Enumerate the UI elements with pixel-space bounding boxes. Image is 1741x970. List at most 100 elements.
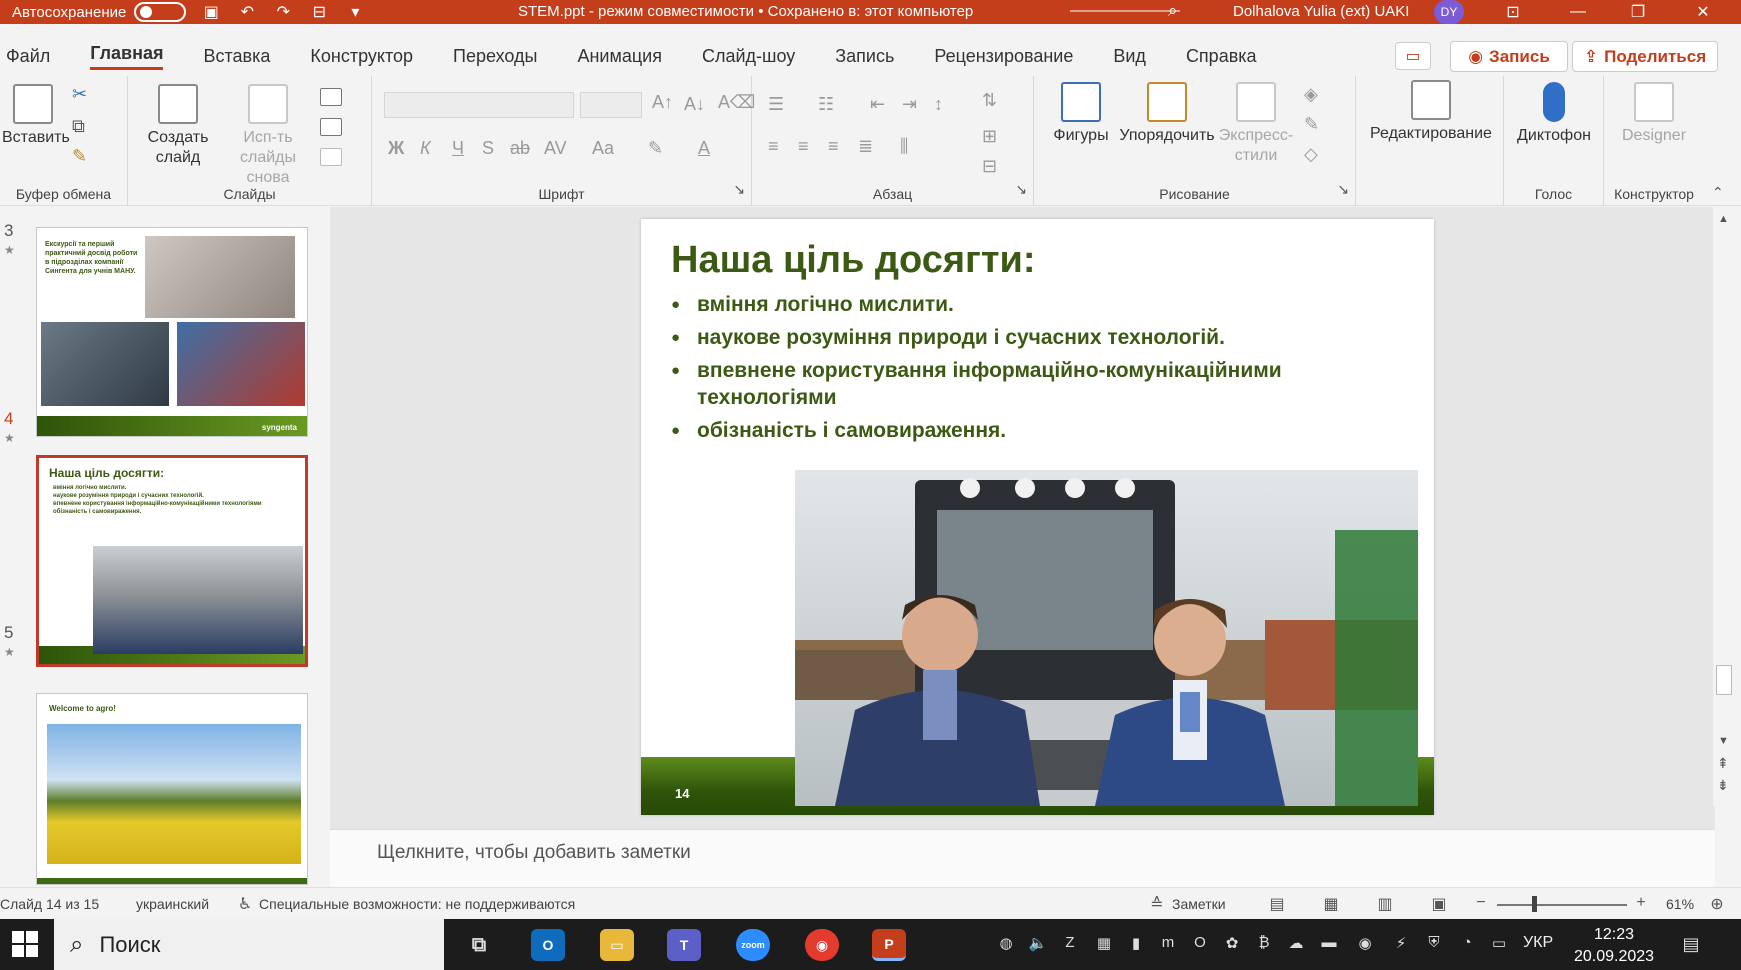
clock[interactable]: 12:23 20.09.2023 <box>1569 924 1659 968</box>
bold-button[interactable]: Ж <box>388 138 404 159</box>
shape-fill-icon[interactable]: ◈ <box>1304 84 1318 105</box>
search-bar[interactable] <box>1070 10 1180 12</box>
user-name[interactable]: Dolhalova Yulia (ext) UAKI <box>1233 3 1409 20</box>
tray-app-icon[interactable]: ₿ <box>1253 934 1275 956</box>
slide-scrollbar[interactable]: ▲ ▼ ⇞ ⇟ <box>1713 207 1735 807</box>
notifications-icon[interactable]: ▤ <box>1680 934 1702 956</box>
editing-button[interactable]: Редактирование <box>1364 80 1498 144</box>
align-center-icon[interactable]: ≡ <box>798 136 809 157</box>
taskbar-search[interactable]: ⌕ Поиск <box>54 919 444 970</box>
tray-m-icon[interactable]: m <box>1157 934 1179 956</box>
tab-record[interactable]: Запись <box>835 46 894 67</box>
tray-z-icon[interactable]: Z <box>1059 934 1081 956</box>
char-spacing-button[interactable]: AV <box>544 138 567 159</box>
record-button[interactable]: ◉ Запись <box>1450 41 1568 72</box>
slide-sorter-icon[interactable]: ▦ <box>1320 894 1342 913</box>
increase-font-icon[interactable]: A↑ <box>652 92 673 113</box>
line-spacing-icon[interactable]: ↕ <box>934 94 943 115</box>
thumbnail-slide-3[interactable]: Екскурсії та перший практичний досвід ро… <box>36 227 308 437</box>
microphone-icon[interactable]: ▮ <box>1125 934 1147 956</box>
reset-icon[interactable] <box>320 118 342 136</box>
share-button[interactable]: ⇪ Поделиться <box>1572 41 1718 72</box>
strikethrough-button[interactable]: ab <box>510 138 530 159</box>
tab-insert[interactable]: Вставка <box>203 46 270 67</box>
presentation-icon[interactable]: ⊟ <box>308 3 330 21</box>
tray-app-icon[interactable]: ⚡ <box>1390 934 1412 956</box>
section-icon[interactable] <box>320 148 342 166</box>
font-dialog-launcher-icon[interactable]: ↘ <box>733 181 745 198</box>
font-name-input[interactable] <box>384 92 574 118</box>
zoom-out-icon[interactable]: − <box>1470 894 1492 912</box>
accessibility-icon[interactable]: ♿ <box>234 894 256 913</box>
tab-file[interactable]: Файл <box>6 46 50 67</box>
start-button[interactable] <box>12 931 38 957</box>
keyboard-layout[interactable]: УКР <box>1523 934 1553 952</box>
zoom-slider[interactable] <box>1497 904 1627 906</box>
cut-icon[interactable]: ✂ <box>72 84 87 105</box>
thumbnail-slide-5[interactable]: Welcome to agro! <box>36 693 308 885</box>
highlight-icon[interactable]: ✎ <box>648 138 663 159</box>
document-title[interactable]: STEM.ppt - режим совместимости • Сохране… <box>518 3 973 20</box>
increase-indent-icon[interactable]: ⇥ <box>902 94 917 115</box>
outlook-icon[interactable]: O <box>531 929 565 961</box>
paste-button[interactable]: Вставить <box>2 84 70 148</box>
text-direction-icon[interactable]: ⇅ <box>982 90 997 111</box>
wifi-icon[interactable]: ◔ <box>1456 934 1478 956</box>
tab-view[interactable]: Вид <box>1113 46 1146 67</box>
normal-view-icon[interactable]: ▤ <box>1266 894 1288 913</box>
change-case-button[interactable]: Aa <box>592 138 614 159</box>
zoom-in-icon[interactable]: + <box>1630 894 1652 912</box>
autosave-toggle[interactable] <box>134 2 187 22</box>
tray-app-icon[interactable]: ◉ <box>1354 934 1376 956</box>
slide-bullet[interactable]: вміння логічно мислити. <box>657 291 1317 318</box>
shadow-button[interactable]: S <box>482 138 494 159</box>
tab-animations[interactable]: Анимация <box>577 46 662 67</box>
decrease-indent-icon[interactable]: ⇤ <box>870 94 885 115</box>
scroll-down-icon[interactable]: ▼ <box>1718 735 1729 747</box>
tab-home[interactable]: Главная <box>90 43 164 70</box>
font-size-input[interactable] <box>580 92 642 118</box>
shapes-button[interactable]: Фигуры <box>1046 82 1116 146</box>
outlook-tray-icon[interactable]: O <box>1189 934 1211 956</box>
align-right-icon[interactable]: ≡ <box>828 136 839 157</box>
paragraph-dialog-launcher-icon[interactable]: ↘ <box>1015 181 1027 198</box>
volume-icon[interactable]: 🔈 <box>1027 934 1049 956</box>
tab-transitions[interactable]: Переходы <box>453 46 537 67</box>
tab-help[interactable]: Справка <box>1186 46 1257 67</box>
scrollbar-thumb[interactable] <box>1716 665 1732 695</box>
clear-format-icon[interactable]: A⌫ <box>718 92 755 113</box>
minimize-icon[interactable]: — <box>1555 0 1601 24</box>
layout-icon[interactable] <box>320 88 342 106</box>
numbering-icon[interactable]: ☷ <box>818 94 834 115</box>
tray-app-icon[interactable]: ▦ <box>1093 934 1115 956</box>
zoom-app-icon[interactable]: zoom <box>736 929 770 961</box>
avatar[interactable]: DY <box>1434 0 1464 24</box>
tab-review[interactable]: Рецензирование <box>934 46 1073 67</box>
autosave-control[interactable]: Автосохранение <box>12 2 187 22</box>
justify-icon[interactable]: ≣ <box>858 136 873 157</box>
shape-outline-icon[interactable]: ✎ <box>1304 114 1319 135</box>
accessibility-status[interactable]: Специальные возможности: не поддерживают… <box>259 896 575 912</box>
collapse-ribbon-icon[interactable]: ⌃ <box>1712 184 1724 201</box>
align-left-icon[interactable]: ≡ <box>768 136 779 157</box>
undo-icon[interactable]: ↶ <box>236 3 258 21</box>
tab-design[interactable]: Конструктор <box>310 46 413 67</box>
teams-icon[interactable]: T <box>667 929 701 961</box>
arrange-button[interactable]: Упорядочить <box>1112 82 1222 146</box>
notes-placeholder[interactable]: Щелкните, чтобы добавить заметки <box>377 842 691 864</box>
close-icon[interactable]: ✕ <box>1680 0 1726 24</box>
format-painter-icon[interactable]: ✎ <box>72 146 87 167</box>
slide-bullet[interactable]: обізнаність і самовираження. <box>657 417 1317 444</box>
language-indicator[interactable]: украинский <box>136 896 209 912</box>
zoom-level[interactable]: 61% <box>1666 896 1694 912</box>
scroll-up-icon[interactable]: ▲ <box>1718 213 1729 225</box>
slide-title[interactable]: Наша ціль досягти: <box>671 239 1036 282</box>
shield-icon[interactable]: ⛨ <box>1423 934 1445 956</box>
underline-button[interactable]: Ч <box>452 138 464 159</box>
notes-pane[interactable]: Щелкните, чтобы добавить заметки <box>330 829 1715 887</box>
slide-bullet[interactable]: наукове розуміння природи і сучасних тех… <box>657 324 1317 351</box>
decrease-font-icon[interactable]: A↓ <box>684 94 705 115</box>
search-icon[interactable]: ⌕ <box>1168 1 1178 21</box>
save-icon[interactable]: ▣ <box>200 3 222 21</box>
slide-bullet-list[interactable]: вміння логічно мислити. наукове розумінн… <box>657 291 1317 450</box>
